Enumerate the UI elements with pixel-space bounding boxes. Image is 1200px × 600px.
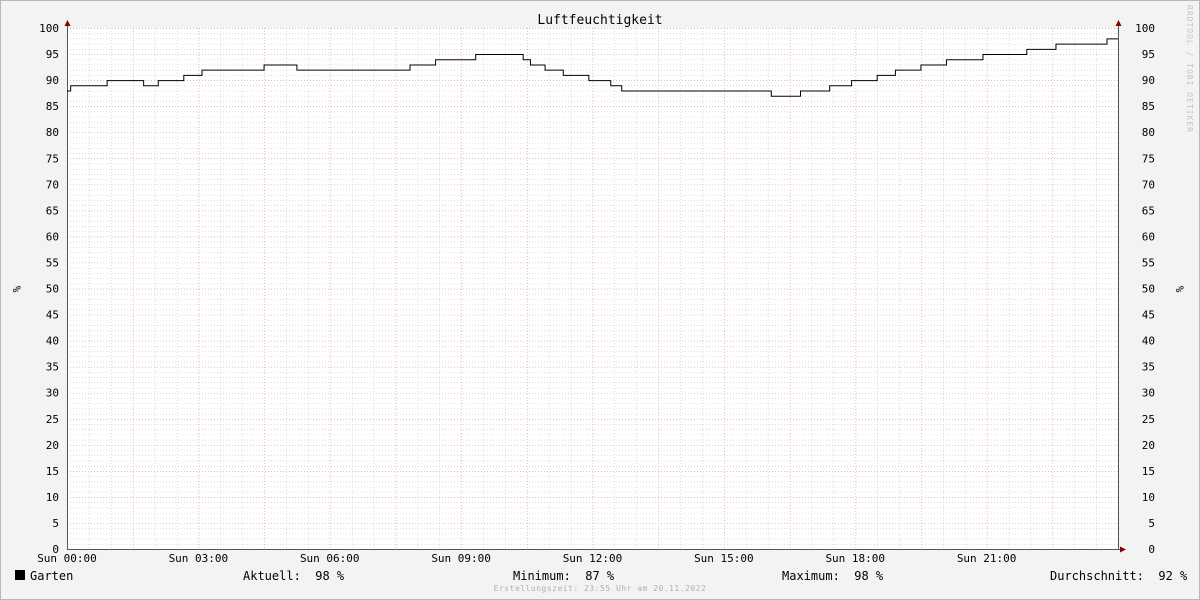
y-tick-label-left: 45 [46,309,59,322]
legend-current: Aktuell: 98 % [243,568,344,584]
y-tick-label-left: 85 [46,100,59,113]
y-tick-label-left: 30 [46,387,59,400]
y-tick-label-left: 60 [46,230,59,243]
legend-current-label: Aktuell: [243,569,301,583]
y-tick-label-right: 85 [1142,100,1155,113]
y-tick-label-right: 35 [1142,361,1155,374]
y-tick-label-right: 10 [1142,491,1155,504]
y-tick-label-right: 90 [1142,74,1155,87]
y-tick-label-right: 5 [1148,517,1155,530]
y-tick-label-right: 0 [1148,543,1155,556]
y-axis-label-left: % [10,286,23,293]
y-tick-label-right: 45 [1142,309,1155,322]
x-tick-label: Sun 03:00 [169,552,229,565]
legend-average: Durchschnitt: 92 % [1050,568,1187,584]
legend-minimum: Minimum: 87 % [513,568,614,584]
legend-maximum-value: 98 % [854,569,884,583]
y-tick-label-right: 75 [1142,152,1155,165]
y-tick-label-left: 100 [39,22,59,35]
y-axis-arrow-left [64,20,71,26]
legend-minimum-value: 87 % [585,569,615,583]
x-tick-label: Sun 18:00 [825,552,885,565]
y-tick-label-right: 95 [1142,48,1155,61]
y-tick-label-right: 40 [1142,335,1155,348]
x-tick-label: Sun 21:00 [957,552,1017,565]
y-tick-label-left: 65 [46,204,59,217]
y-tick-label-left: 15 [46,465,59,478]
y-tick-label-right: 60 [1142,230,1155,243]
y-tick-label-left: 95 [46,48,59,61]
x-tick-label: Sun 00:00 [37,552,97,565]
y-tick-label-right: 50 [1142,283,1155,296]
y-tick-label-right: 30 [1142,387,1155,400]
y-tick-label-left: 90 [46,74,59,87]
y-tick-label-left: 55 [46,256,59,269]
y-tick-label-left: 80 [46,126,59,139]
y-tick-label-left: 35 [46,361,59,374]
legend-series-name: Garten [30,569,74,583]
y-tick-label-right: 100 [1135,22,1155,35]
plot-background [67,28,1118,549]
humidity-chart: 0 05 510 1015 1520 2025 2530 3035 3540 4045 4550 50… [10,5,1194,565]
y-tick-label-right: 25 [1142,413,1155,426]
chart-title: Luftfeuchtigkeit [537,13,662,28]
y-tick-label-left: 25 [46,413,59,426]
x-tick-label: Sun 15:00 [694,552,754,565]
y-tick-label-right: 15 [1142,465,1155,478]
y-tick-label-left: 5 [52,517,59,530]
x-tick-label: Sun 09:00 [431,552,491,565]
legend-average-label: Durchschnitt: [1050,569,1144,583]
legend-average-value: 92 % [1158,569,1188,583]
y-tick-label-left: 10 [46,491,59,504]
y-tick-label-right: 65 [1142,204,1155,217]
y-tick-label-right: 20 [1142,439,1155,452]
y-tick-label-right: 70 [1142,178,1155,191]
x-tick-label: Sun 12:00 [563,552,623,565]
y-tick-label-left: 70 [46,178,59,191]
x-tick-label: Sun 06:00 [300,552,360,565]
legend-minimum-label: Minimum: [513,569,571,583]
y-tick-label-right: 80 [1142,126,1155,139]
legend-swatch-garten [15,570,25,580]
y-tick-label-left: 50 [46,283,59,296]
rrdtool-watermark: RRDTOOL / TOBI OETIKER [1185,5,1194,133]
x-axis-arrow [1120,546,1126,553]
y-tick-label-left: 40 [46,335,59,348]
legend-maximum-label: Maximum: [782,569,840,583]
y-axis-arrow-right [1115,20,1122,26]
legend-current-value: 98 % [315,569,345,583]
y-tick-label-left: 20 [46,439,59,452]
y-tick-label-left: 75 [46,152,59,165]
y-axis-label-right: % [1173,286,1186,293]
y-tick-label-right: 55 [1142,256,1155,269]
legend-maximum: Maximum: 98 % [782,568,883,584]
footer-timestamp: Erstellungszeit: 23:55 Uhr am 20.11.2022 [493,584,707,593]
